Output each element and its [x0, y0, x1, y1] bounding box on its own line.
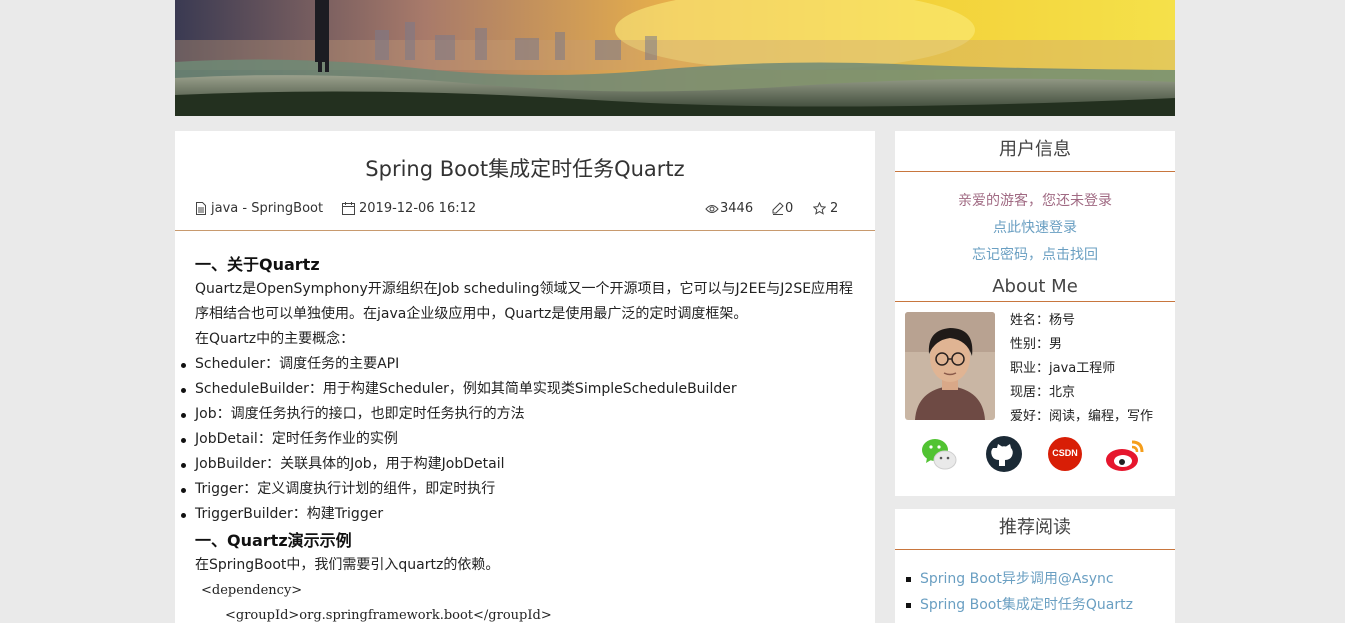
header-banner-image — [175, 0, 1175, 116]
github-icon[interactable] — [984, 434, 1024, 474]
article-meta: java - SpringBoot 2019-12-06 16:12 3446 … — [175, 191, 875, 231]
list-item: Job：调度任务执行的接口，也即定时任务执行的方法 — [181, 402, 855, 427]
code-block: <dependency> <groupId>org.springframewor… — [201, 578, 855, 623]
section-heading: 一、Quartz演示示例 — [195, 531, 352, 550]
profile-location: 现居：北京 — [1010, 385, 1076, 400]
article-body: 一、关于Quartz Quartz是OpenSymphony开源组织在Job s… — [175, 231, 875, 623]
forgot-password-link[interactable]: 忘记密码，点击找回 — [895, 242, 1175, 269]
weibo-icon[interactable] — [1104, 434, 1144, 474]
list-item: Spring Boot集成定时任务Quartz — [906, 592, 1175, 618]
list-item: Spring Boot异步调用@Async — [906, 566, 1175, 592]
article-category-label: java - SpringBoot — [211, 201, 324, 216]
star-icon — [813, 202, 826, 215]
article-comments-count: 0 — [785, 201, 794, 216]
article-title: Spring Boot集成定时任务Quartz — [365, 157, 685, 181]
article-views-count: 3446 — [720, 201, 754, 216]
list-item: TriggerBuilder：构建Trigger — [181, 502, 855, 527]
recommend-list: Spring Boot异步调用@Async Spring Boot集成定时任务Q… — [895, 550, 1175, 618]
concepts-label: 在Quartz中的主要概念： — [195, 331, 355, 347]
login-box: 亲爱的游客，您还未登录 点此快速登录 忘记密码，点击找回 — [895, 172, 1175, 269]
list-item: ScheduleBuilder：用于构建Scheduler，例如其简单实现类Si… — [181, 377, 855, 402]
concept-list: Scheduler：调度任务的主要API ScheduleBuilder：用于构… — [181, 352, 855, 527]
eye-icon — [705, 204, 719, 213]
article-views: 3446 — [705, 201, 753, 216]
intro-paragraph: Quartz是OpenSymphony开源组织在Job scheduling领域… — [195, 281, 854, 322]
guest-greeting: 亲爱的游客，您还未登录 — [958, 193, 1112, 209]
pen-icon — [772, 202, 784, 215]
recommend-card: 推荐阅读 Spring Boot异步调用@Async Spring Boot集成… — [895, 509, 1175, 623]
recommend-heading: 推荐阅读 — [895, 509, 1175, 550]
article-date-label: 2019-12-06 16:12 — [359, 201, 477, 216]
demo-paragraph: 在SpringBoot中，我们需要引入quartz的依赖。 — [195, 557, 500, 573]
article-panel: Spring Boot集成定时任务Quartz java - SpringBoo… — [175, 131, 875, 623]
article-likes-count: 2 — [830, 201, 839, 216]
quick-login-link[interactable]: 点此快速登录 — [895, 215, 1175, 242]
article-category[interactable]: java - SpringBoot — [195, 201, 323, 216]
article-date: 2019-12-06 16:12 — [342, 201, 476, 216]
section-heading: 一、关于Quartz — [195, 255, 320, 274]
recommend-link[interactable]: Spring Boot集成定时任务Quartz — [920, 597, 1133, 613]
list-item: Trigger：定义调度执行计划的组件，即定时执行 — [181, 477, 855, 502]
code-line: <dependency> — [201, 583, 303, 598]
profile-gender: 性别：男 — [1010, 337, 1063, 352]
article-comments[interactable]: 0 — [772, 201, 793, 216]
user-info-heading: 用户信息 — [895, 131, 1175, 172]
profile-section: 姓名：杨号 性别：男 职业：java工程师 现居：北京 爱好：阅读，编程，写作 — [895, 302, 1175, 426]
profile-job: 职业：java工程师 — [1010, 361, 1116, 376]
profile-info: 姓名：杨号 性别：男 职业：java工程师 现居：北京 爱好：阅读，编程，写作 — [1010, 309, 1153, 429]
document-icon — [196, 202, 206, 215]
avatar — [905, 312, 995, 420]
user-info-card: 用户信息 亲爱的游客，您还未登录 点此快速登录 忘记密码，点击找回 About … — [895, 131, 1175, 496]
code-line: <groupId>org.springframework.boot</group… — [225, 608, 552, 623]
profile-name: 姓名：杨号 — [1010, 313, 1076, 328]
social-links: CSDN — [895, 426, 1175, 496]
about-me-heading: About Me — [895, 272, 1175, 302]
csdn-icon[interactable]: CSDN — [1045, 434, 1085, 474]
article-likes[interactable]: 2 — [813, 201, 838, 216]
list-item: Scheduler：调度任务的主要API — [181, 352, 855, 377]
recommend-link[interactable]: Spring Boot异步调用@Async — [920, 571, 1114, 587]
calendar-icon — [342, 202, 355, 215]
list-item: JobDetail：定时任务作业的实例 — [181, 427, 855, 452]
list-item: JobBuilder：关联具体的Job，用于构建JobDetail — [181, 452, 855, 477]
wechat-icon[interactable] — [919, 434, 959, 474]
